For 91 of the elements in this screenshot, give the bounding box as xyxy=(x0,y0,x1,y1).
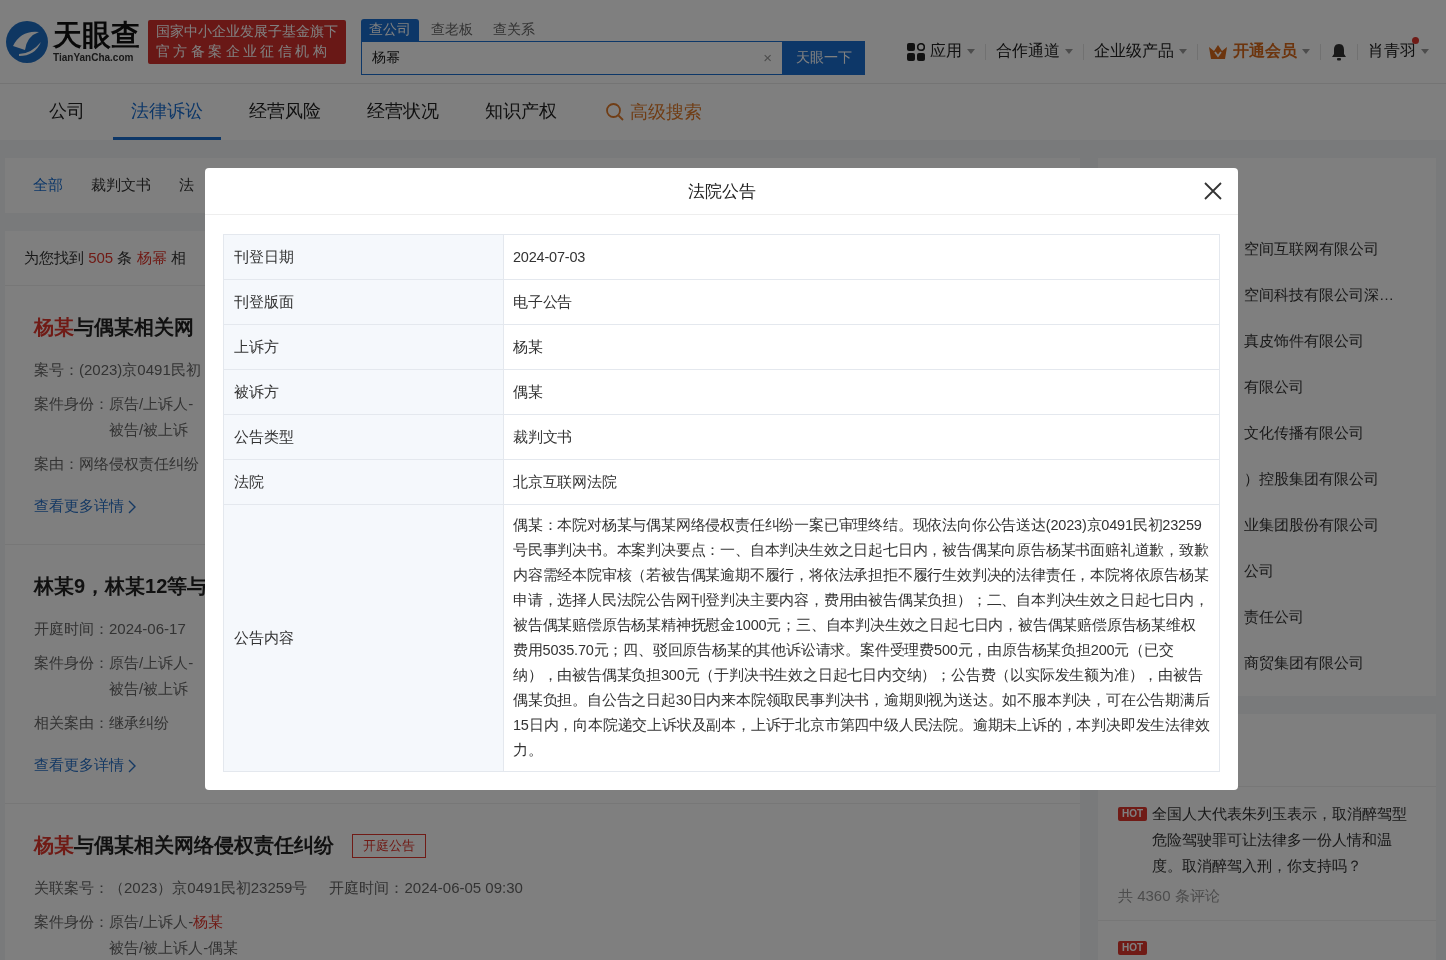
field-label: 关联案号： xyxy=(34,878,109,898)
caret-icon[interactable] xyxy=(1065,49,1073,54)
table-cell: 被诉方 xyxy=(224,370,504,414)
field-label: 开庭时间： xyxy=(34,619,109,639)
filter-tab[interactable]: 法 xyxy=(179,176,194,195)
search-icon[interactable] xyxy=(605,102,625,122)
caret-icon[interactable] xyxy=(967,49,975,54)
filter-tab[interactable]: 裁判文书 xyxy=(91,176,151,195)
chevron-right-icon[interactable] xyxy=(128,499,136,514)
nav-tab[interactable]: 知识产权 xyxy=(467,84,575,140)
field-value: 被告/被上诉 xyxy=(109,679,190,699)
field-value: 原告/上诉人-杨某 xyxy=(109,912,225,932)
nav-tab[interactable]: 经营风险 xyxy=(231,84,339,140)
search-field[interactable]: 杨幂 × xyxy=(361,40,783,75)
bell-icon[interactable] xyxy=(1331,42,1347,61)
nav-tab[interactable]: 经营状况 xyxy=(349,84,457,140)
field-value: 网络侵权责任纠纷 xyxy=(79,454,199,474)
table-cell: 刊登版面 xyxy=(224,280,504,324)
dialog-title: 法院公告 xyxy=(687,180,756,203)
nav-tab[interactable]: 公司 xyxy=(31,84,103,140)
news-headline[interactable]: 全国人大代表朱列玉表示，取消醉驾型危险驾驶罪可让法律多一份人情和温度。取消醉驾入刑，你支持吗？ xyxy=(1152,801,1416,879)
field-value: 继承纠纷 xyxy=(109,713,169,733)
search-tab[interactable]: 查老板 xyxy=(423,18,481,41)
company-link[interactable]: 空间互联网有限公司 xyxy=(1244,239,1379,259)
logo-icon xyxy=(5,19,49,64)
table-cell: 公告类型 xyxy=(224,415,504,459)
company-link[interactable]: ）控股集团有限公司 xyxy=(1244,469,1379,489)
table-cell-text: 裁判文书 xyxy=(512,427,574,447)
table-cell: 上诉方 xyxy=(224,325,504,369)
field-label: 案号： xyxy=(34,360,79,380)
search-tab[interactable]: 查关系 xyxy=(485,18,543,41)
hot-badge: HOT xyxy=(1118,941,1148,955)
menu-item[interactable]: 开通会员 xyxy=(1233,41,1297,62)
nav-tab[interactable]: 法律诉讼 xyxy=(113,84,221,140)
field-label: 案件身份： xyxy=(34,912,109,932)
field-label: 相关案由： xyxy=(34,713,109,733)
close-icon[interactable] xyxy=(1204,182,1222,200)
field-label: 案件身份： xyxy=(34,653,109,673)
field-value: 2024-06-05 09:30 xyxy=(404,878,523,898)
logo-name: 天眼查 xyxy=(53,20,140,50)
case-title[interactable]: 林某9，林某12等与 xyxy=(34,573,208,600)
certification-badge: 国家中小企业发展子基金旗下 官方备案企业征信机构 xyxy=(148,19,346,64)
company-link[interactable]: 公司 xyxy=(1244,561,1274,581)
more-details-link[interactable]: 查看更多详情 xyxy=(34,497,124,516)
field-value: （2023）京0491民初23259号 xyxy=(109,878,308,898)
table-cell-text: 偶某 xyxy=(512,382,544,402)
field-value: (2023)京0491民初 xyxy=(79,360,201,380)
logo-domain: TianYanCha.com xyxy=(53,52,135,63)
field-value: 被告/被上诉人-偶某 xyxy=(109,938,239,958)
field-value: 原告/上诉人- xyxy=(109,394,194,414)
field-value: 被告/被上诉 xyxy=(109,420,190,440)
field-label: 案由： xyxy=(34,454,79,474)
company-link[interactable]: 真皮饰件有限公司 xyxy=(1244,331,1364,351)
caret-icon[interactable] xyxy=(1179,49,1187,54)
apps-icon[interactable] xyxy=(907,42,925,61)
hot-badge: HOT xyxy=(1118,807,1148,821)
menu-item[interactable]: 应用 xyxy=(930,41,962,62)
field-value: 原告/上诉人- xyxy=(109,653,194,673)
company-link[interactable]: 有限公司 xyxy=(1244,377,1304,397)
table-cell-text: 北京互联网法院 xyxy=(512,472,618,492)
company-link[interactable]: 商贸集团有限公司 xyxy=(1244,653,1364,673)
table-cell-text: 偶某：本院对杨某与偶某网络侵权责任纠纷一案已审理终结。现依法向你公告送达(2023)京0491民初23259号民事判决书。本案判决要点：一、自本判决生效之日起七日内，被告偶某向原告杨某书面赔礼道歉，致歉内容需经本院审核（若被告偶某逾期不履行，将依法承担拒不履行生效判决的法律责任，本院将依原告杨某申请，选择人民法院公告网刊登判决主要内容，费用由被告偶某负担）；二、自本判决生效之日起七日内，被告偶某赔偿原告杨某精神抚慰金1000元；三、自本判决生效之日起七日内，被告偶某赔偿原告杨某维权费用5035.70元；四、驳回原告杨某的其他诉讼请求。案件受理费500元，由原告杨某负担200元（已交纳），由被告偶某负担300元（于判决书生效之日起七日内交纳）；公告费（以实际发生额为准），由被告偶某负担。自公告之日起30日内来本院领取民事判决书，逾期则视为送达。如不服本判决，可在公告期满后15日内，向本院递交上诉状及副本，上诉于北京市第四中级人民法院。逾期未上诉的，本判决即发生法律效力。 xyxy=(512,516,1211,760)
case-title[interactable]: 杨某与偶某相关网 xyxy=(34,314,194,341)
result-summary: 为您找到 505 条 杨幂 相 xyxy=(24,248,186,268)
field-label: 开庭时间： xyxy=(329,878,405,898)
advanced-search-link[interactable]: 高级搜索 xyxy=(630,100,702,124)
case-title[interactable]: 杨某与偶某相关网络侵权责任纠纷 xyxy=(34,832,334,859)
company-link[interactable]: 空间科技有限公司深… xyxy=(1244,285,1394,305)
company-link[interactable]: 责任公司 xyxy=(1244,607,1304,627)
menu-item[interactable]: 企业级产品 xyxy=(1094,41,1174,62)
user-name[interactable]: 肖青羽 xyxy=(1368,41,1416,62)
field-value: 2024-06-17 xyxy=(109,619,186,639)
caret-icon[interactable] xyxy=(1421,49,1429,54)
caret-icon[interactable] xyxy=(1302,49,1310,54)
company-link[interactable]: 业集团股份有限公司 xyxy=(1244,515,1379,535)
search-tab[interactable]: 查公司 xyxy=(361,18,419,41)
table-cell-text: 杨某 xyxy=(512,337,544,357)
search-button[interactable]: 天眼一下 xyxy=(783,40,865,75)
status-tag: 开庭公告 xyxy=(352,833,426,858)
field-label: 案件身份： xyxy=(34,394,109,414)
menu-item[interactable]: 合作通道 xyxy=(996,41,1060,62)
crown-icon[interactable] xyxy=(1208,43,1228,60)
chevron-right-icon[interactable] xyxy=(128,758,136,773)
table-cell-text: 电子公告 xyxy=(512,292,574,312)
table-cell-text: 2024-07-03 xyxy=(512,247,587,267)
filter-tab[interactable]: 全部 xyxy=(33,176,63,195)
table-cell: 法院 xyxy=(224,460,504,504)
more-details-link[interactable]: 查看更多详情 xyxy=(34,756,124,775)
company-link[interactable]: 文化传播有限公司 xyxy=(1244,423,1364,443)
table-cell: 公告内容 xyxy=(224,505,504,771)
table-cell: 刊登日期 xyxy=(224,235,504,279)
